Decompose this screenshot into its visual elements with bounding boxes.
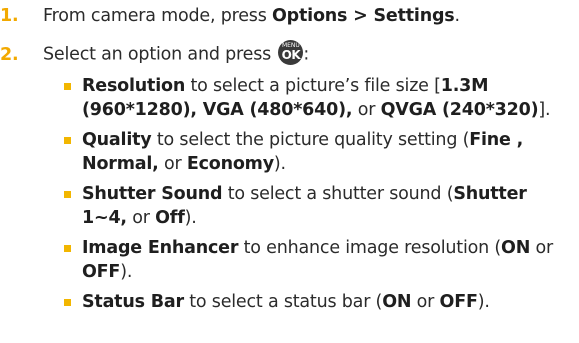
step-text: From camera mode, press xyxy=(43,6,272,26)
list-item: Shutter Sound to select a shutter sound … xyxy=(63,182,573,230)
menu-ok-key-icon: MENU OK xyxy=(278,40,304,65)
option-list: Resolution to select a picture’s file si… xyxy=(63,74,573,320)
bullet-square-icon xyxy=(64,299,71,306)
step-number: 1. xyxy=(0,6,19,26)
list-item: Quality to select the picture quality se… xyxy=(63,128,573,176)
step-text: Select an option and press xyxy=(43,44,277,65)
bullet-square-icon xyxy=(64,83,71,90)
step-number: 2. xyxy=(0,44,19,65)
bullet-square-icon xyxy=(64,245,71,252)
list-item: Image Enhancer to enhance image resoluti… xyxy=(63,236,573,284)
option-name: Image Enhancer xyxy=(82,238,239,258)
list-item: Resolution to select a picture’s file si… xyxy=(63,74,573,122)
menu-path: Options > Settings xyxy=(272,6,455,26)
option-name: Shutter Sound xyxy=(82,184,223,204)
step-1: 1. From camera mode, press Options > Sett… xyxy=(0,6,460,26)
option-name: Quality xyxy=(82,130,152,150)
step-2: 2. Select an option and press MENU OK: xyxy=(0,40,310,65)
option-name: Status Bar xyxy=(82,292,184,312)
option-name: Resolution xyxy=(82,76,186,96)
bullet-square-icon xyxy=(64,191,71,198)
instructions-page: 1. From camera mode, press Options > Sett… xyxy=(0,0,579,343)
list-item: Status Bar to select a status bar (ON or… xyxy=(63,290,573,314)
bullet-square-icon xyxy=(64,137,71,144)
